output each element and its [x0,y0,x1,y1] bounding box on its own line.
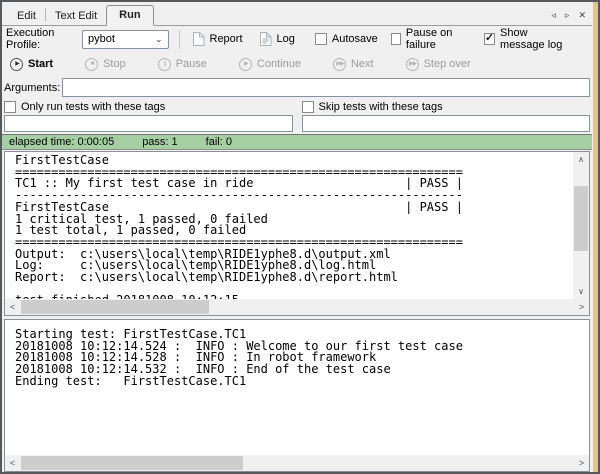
checkbox-icon [314,33,327,45]
message-log-panel: Starting test: FirstTestCase.TC1 2018100… [4,319,590,472]
stop-button[interactable]: ■ Stop [85,57,126,71]
tab-edit[interactable]: Edit [8,7,45,25]
step-over-icon: ▶▶ [405,57,419,71]
checkbox-icon [390,33,401,45]
checkbox-icon [301,101,314,113]
message-log-horizontal-scrollbar[interactable]: < > [5,455,589,471]
scroll-right-icon[interactable]: > [574,455,589,471]
console-vertical-scrollbar[interactable]: ∧ ∨ [573,152,589,299]
scroll-down-icon[interactable]: ∨ [573,284,589,299]
tab-bar: Edit Text Edit Run ◃ ▹ ✕ [2,2,592,26]
ride-run-window: Edit Text Edit Run ◃ ▹ ✕ Execution Profi… [0,0,600,474]
chevron-down-icon: ⌄ [155,33,163,44]
scroll-left-icon[interactable]: < [5,299,20,315]
checkbox-only-run-tags[interactable]: Only run tests with these tags [4,100,293,114]
console-output-panel: FirstTestCase ==========================… [4,151,590,316]
toolbar-separator [178,29,180,49]
execution-profile-label: Execution Profile: [6,27,55,51]
report-page-icon [192,32,205,46]
scroll-left-icon[interactable]: < [5,455,20,471]
checkbox-skip-tags[interactable]: Skip tests with these tags [301,100,591,114]
checkbox-autosave[interactable]: Autosave [314,33,378,45]
pause-icon: ∥ [157,57,171,71]
next-button[interactable]: ▶▶ Next [332,57,374,71]
arguments-input[interactable] [62,78,590,97]
scrollbar-thumb[interactable] [21,456,243,470]
stop-icon: ■ [85,57,99,71]
step-over-button[interactable]: ▶▶ Step over [405,57,471,71]
scroll-right-icon[interactable]: > [574,299,589,315]
step-over-button-label: Step over [423,58,471,70]
checkbox-show-message-log[interactable]: Show message log [483,27,575,51]
arguments-row: Arguments: [2,76,592,99]
execution-profile-select[interactable]: pybot ⌄ [82,29,169,49]
report-button[interactable]: Report [188,30,247,48]
scrollbar-track[interactable] [20,455,574,471]
pause-button[interactable]: ∥ Pause [157,57,207,71]
run-status-bar: elapsed time: 0:00:05 pass: 1 fail: 0 [2,134,592,150]
skip-tags-column: Skip tests with these tags [301,100,591,132]
log-button-label: Log [276,33,295,45]
skip-tags-input[interactable] [301,115,590,132]
console-output-text: FirstTestCase ==========================… [15,153,463,299]
message-log-text: Starting test: FirstTestCase.TC1 2018100… [15,327,463,388]
start-button[interactable]: ▶ Start [10,57,54,71]
arguments-label: Arguments: [4,81,61,94]
execution-toolbar: Execution Profile: pybot ⌄ Report Log Au… [2,26,592,52]
tab-nav-controls: ◃ ▹ ✕ [551,11,586,20]
run-controls-toolbar: ▶ Start ■ Stop ∥ Pause ▶ Continue ▶▶ Nex… [2,52,592,76]
continue-button[interactable]: ▶ Continue [238,57,301,71]
stop-button-label: Stop [103,58,126,70]
continue-button-label: Continue [256,58,301,70]
checkmark-icon [483,33,496,45]
start-button-label: Start [28,58,54,70]
elapsed-time: elapsed time: 0:00:05 [9,136,115,148]
pause-button-label: Pause [175,58,207,70]
only-tags-column: Only run tests with these tags [4,100,293,132]
console-horizontal-scrollbar[interactable]: < > [5,299,589,315]
log-button[interactable]: Log [255,30,299,48]
tag-filters-row: Only run tests with these tags Skip test… [2,99,592,132]
log-page-icon [259,32,272,46]
skip-forward-icon: ▶▶ [332,57,346,71]
only-tags-input[interactable] [4,115,293,132]
execution-profile-value: pybot [88,33,115,45]
scrollbar-track[interactable] [573,167,589,284]
checkbox-pause-on-failure[interactable]: Pause on failure [390,27,471,51]
play-icon: ▶ [10,57,23,71]
close-icon[interactable]: ✕ [578,11,586,20]
tab-text-edit[interactable]: Text Edit [46,7,106,25]
checkbox-pause-on-failure-label: Pause on failure [405,27,453,51]
scroll-up-icon[interactable]: ∧ [573,152,589,167]
checkbox-show-message-log-label: Show message log [500,27,563,51]
only-tags-label: Only run tests with these tags [21,101,166,113]
report-button-label: Report [209,33,243,45]
scroll-tabs-right-icon[interactable]: ▹ [565,11,570,20]
continue-icon: ▶ [238,57,252,71]
checkbox-icon [4,101,16,113]
scroll-tabs-left-icon[interactable]: ◃ [551,11,556,20]
pass-count: pass: 1 [142,136,178,148]
window-edge-strip [593,2,598,472]
tab-run[interactable]: Run [106,5,154,26]
skip-tags-label: Skip tests with these tags [318,101,443,113]
next-button-label: Next [350,58,374,70]
checkbox-autosave-label: Autosave [331,33,378,45]
scrollbar-thumb[interactable] [21,300,210,314]
scrollbar-track[interactable] [20,299,574,315]
scrollbar-thumb[interactable] [574,185,588,252]
fail-count: fail: 0 [205,136,232,148]
